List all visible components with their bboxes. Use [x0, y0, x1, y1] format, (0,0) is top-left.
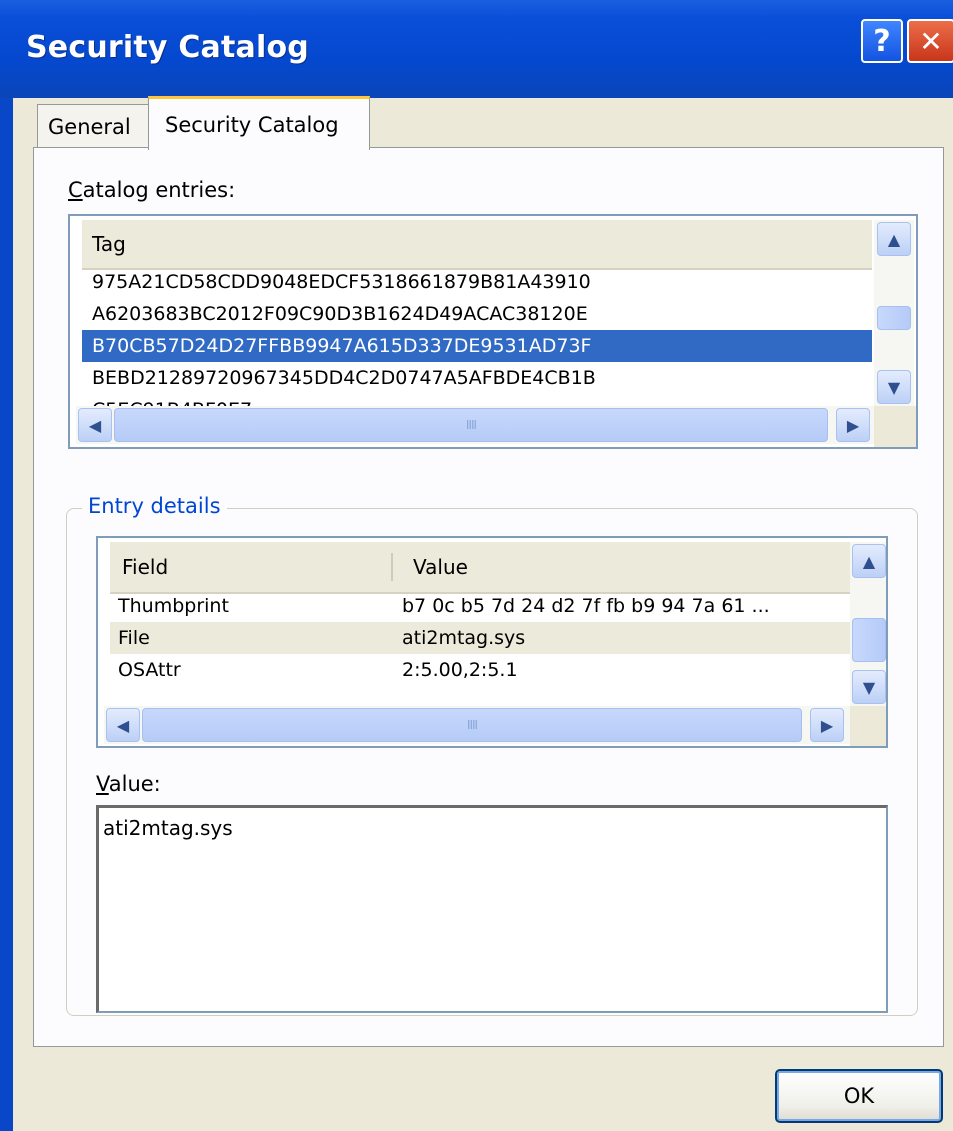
- grip-icon: IIII: [465, 418, 477, 432]
- value-textbox[interactable]: ati2mtag.sys: [96, 805, 888, 1013]
- scroll-down-button[interactable]: ▼: [852, 670, 886, 704]
- field-cell: Thumbprint: [118, 595, 229, 617]
- help-icon: ?: [873, 23, 891, 59]
- entry-details-title: Entry details: [82, 494, 227, 518]
- chevron-up-icon: ▲: [887, 229, 901, 249]
- details-horizontal-scrollbar[interactable]: ◀ IIII ▶: [104, 706, 850, 744]
- scrollbar-corner: [850, 706, 886, 746]
- scroll-up-button[interactable]: ▲: [852, 544, 886, 578]
- list-item-selected[interactable]: B70CB57D24D27FFBB9947A615D337DE9531AD73F: [82, 330, 872, 362]
- field-cell: OSAttr: [118, 659, 181, 681]
- scroll-left-button[interactable]: ◀: [78, 408, 112, 442]
- tab-security-catalog[interactable]: Security Catalog: [148, 96, 370, 150]
- column-header-field[interactable]: Field: [110, 553, 393, 581]
- column-header-tag[interactable]: Tag: [82, 220, 872, 270]
- scroll-thumb[interactable]: IIII: [114, 408, 828, 442]
- catalog-entries-label: Catalog entries:: [68, 178, 236, 202]
- close-button[interactable]: ✕: [907, 19, 953, 63]
- chevron-left-icon: ◀: [116, 715, 130, 735]
- scroll-thumb[interactable]: [852, 618, 886, 662]
- scroll-right-button[interactable]: ▶: [810, 708, 844, 742]
- list-item[interactable]: BEBD21289720967345DD4C2D0747A5AFBDE4CB1B: [82, 362, 872, 394]
- table-row[interactable]: Thumbprint b7 0c b5 7d 24 d2 7f fb b9 94 …: [110, 590, 852, 622]
- value-cell: 2:5.00,2:5.1: [402, 659, 518, 681]
- chevron-right-icon: ▶: [820, 715, 834, 735]
- table-row[interactable]: OSAttr 2:5.00,2:5.1: [110, 654, 852, 686]
- value-cell: b7 0c b5 7d 24 d2 7f fb b9 94 7a 61 ...: [402, 595, 770, 617]
- scroll-down-button[interactable]: ▼: [877, 370, 911, 404]
- close-icon: ✕: [919, 24, 943, 58]
- chevron-left-icon: ◀: [88, 415, 102, 435]
- chevron-down-icon: ▼: [887, 377, 901, 397]
- entry-details-list[interactable]: Field Value Thumbprint b7 0c b5 7d 24 d2 …: [96, 536, 888, 748]
- table-row-selected[interactable]: File ati2mtag.sys: [110, 622, 852, 654]
- grip-icon: IIII: [466, 718, 478, 732]
- field-cell: File: [118, 627, 150, 649]
- chevron-down-icon: ▼: [862, 677, 876, 697]
- list-item-partial[interactable]: C5EC91B4BF0E7...: [82, 394, 872, 406]
- scroll-up-button[interactable]: ▲: [877, 222, 911, 256]
- chevron-right-icon: ▶: [846, 415, 860, 435]
- window-border: [0, 98, 13, 1131]
- scroll-left-button[interactable]: ◀: [106, 708, 140, 742]
- window-title: Security Catalog: [26, 30, 309, 65]
- value-label: Value:: [96, 772, 161, 796]
- scroll-thumb[interactable]: [877, 306, 911, 330]
- tab-security-catalog-label: Security Catalog: [165, 112, 339, 137]
- ok-button[interactable]: OK: [775, 1069, 943, 1123]
- value-cell: ati2mtag.sys: [402, 627, 526, 649]
- details-vertical-scrollbar[interactable]: ▲ ▼: [850, 542, 886, 706]
- scrollbar-corner: [874, 406, 916, 447]
- column-header-value[interactable]: Value: [393, 555, 468, 579]
- entry-details-header: Field Value: [110, 542, 852, 594]
- help-button[interactable]: ?: [861, 19, 903, 63]
- catalog-vertical-scrollbar[interactable]: ▲ ▼: [874, 220, 914, 406]
- scroll-thumb[interactable]: IIII: [142, 708, 802, 742]
- catalog-entries-list[interactable]: Tag 975A21CD58CDD9048EDCF5318661879B81A4…: [68, 214, 918, 449]
- list-item[interactable]: A6203683BC2012F09C90D3B1624D49ACAC38120E: [82, 298, 872, 330]
- catalog-horizontal-scrollbar[interactable]: ◀ IIII ▶: [76, 406, 874, 444]
- tab-general-label: General: [48, 114, 131, 139]
- tab-general[interactable]: General: [37, 104, 149, 148]
- scroll-right-button[interactable]: ▶: [836, 408, 870, 442]
- list-item[interactable]: 975A21CD58CDD9048EDCF5318661879B81A43910: [82, 266, 872, 298]
- chevron-up-icon: ▲: [862, 551, 876, 571]
